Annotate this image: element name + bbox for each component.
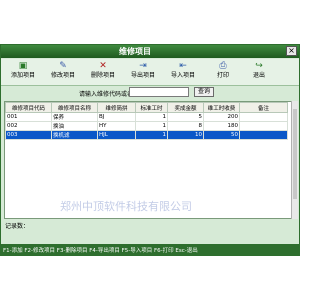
export-icon: ⇥ <box>139 61 147 71</box>
cell-note <box>239 121 288 131</box>
cell-name: 保养 <box>51 112 98 122</box>
cell-hours: 1 <box>135 130 168 140</box>
cell-pinyin: BJ <box>97 112 136 122</box>
edit-item-button[interactable]: ✎ 修改项目 <box>43 60 83 84</box>
exit-button[interactable]: ↪ 退出 <box>239 60 279 84</box>
table-row[interactable]: 001 保养 BJ 1 5 200 <box>5 112 288 122</box>
cell-code: 002 <box>5 121 52 131</box>
export-item-button[interactable]: ⇥ 导出项目 <box>123 60 163 84</box>
cell-note <box>239 130 288 140</box>
cell-code: 003 <box>5 130 52 140</box>
cell-bonus: 8 <box>167 121 204 131</box>
toolbar: ▣ 添加项目 ✎ 修改项目 ✕ 删除项目 ⇥ 导出项目 ⇤ 导入项目 ⎙ 打印 … <box>1 59 299 86</box>
vertical-scrollbar[interactable] <box>291 101 298 219</box>
cell-bonus: 5 <box>167 112 204 122</box>
table-header-row: 维修项目代码 维修项目名称 维修简拼 标准工时 奖成金额 维工时收费 备注 <box>5 102 288 113</box>
cell-code: 001 <box>5 112 52 122</box>
title-bar[interactable]: 维修项目 × <box>1 45 299 58</box>
table-row-selected[interactable]: 003 换机滤 HJL 1 10 50 <box>5 130 288 140</box>
search-input[interactable] <box>129 87 189 97</box>
scrollbar-thumb[interactable] <box>293 109 297 199</box>
cell-note <box>239 112 288 122</box>
shortcut-hints: F1-添加 F2-修改项目 F3-删除项目 F4-导出项目 F5-导入项目 F6… <box>3 248 198 254</box>
print-label: 打印 <box>216 72 229 79</box>
cell-fee: 200 <box>203 112 240 122</box>
column-header[interactable]: 维工时收费 <box>203 102 240 113</box>
cell-hours: 1 <box>135 121 168 131</box>
search-bar: 请输入维修代码或名称： 查询 <box>1 86 299 100</box>
column-header[interactable]: 备注 <box>239 102 288 113</box>
column-header[interactable]: 维修简拼 <box>97 102 136 113</box>
column-header[interactable]: 维修项目名称 <box>51 102 98 113</box>
cell-pinyin: HJL <box>97 130 136 140</box>
column-header[interactable]: 标准工时 <box>135 102 168 113</box>
add-item-label: 添加项目 <box>10 72 35 79</box>
cell-fee: 180 <box>203 121 240 131</box>
cell-pinyin: HY <box>97 121 136 131</box>
edit-icon: ✎ <box>59 61 67 71</box>
close-button[interactable]: × <box>286 46 297 56</box>
column-header[interactable]: 奖成金额 <box>167 102 204 113</box>
print-button[interactable]: ⎙ 打印 <box>203 60 243 84</box>
delete-icon: ✕ <box>99 61 107 71</box>
import-item-button[interactable]: ⇤ 导入项目 <box>163 60 203 84</box>
cell-hours: 1 <box>135 112 168 122</box>
edit-item-label: 修改项目 <box>50 72 75 79</box>
exit-label: 退出 <box>252 72 265 79</box>
cell-fee: 50 <box>203 130 240 140</box>
print-icon: ⎙ <box>219 61 227 71</box>
delete-item-label: 删除项目 <box>90 72 115 79</box>
add-item-button[interactable]: ▣ 添加项目 <box>3 60 43 84</box>
cell-name: 换油 <box>51 121 98 131</box>
status-bar: F1-添加 F2-修改项目 F3-删除项目 F4-导出项目 F5-导入项目 F6… <box>1 244 299 255</box>
maintenance-items-window: 维修项目 × ▣ 添加项目 ✎ 修改项目 ✕ 删除项目 ⇥ 导出项目 ⇤ 导入项… <box>0 44 300 256</box>
watermark: 郑州中顶软件科技有限公司 <box>60 200 192 213</box>
column-header[interactable]: 维修项目代码 <box>5 102 52 113</box>
add-icon: ▣ <box>18 61 28 71</box>
delete-item-button[interactable]: ✕ 删除项目 <box>83 60 123 84</box>
import-item-label: 导入项目 <box>170 72 195 79</box>
record-count-label: 记录数： <box>5 223 30 230</box>
export-item-label: 导出项目 <box>130 72 155 79</box>
cell-bonus: 10 <box>167 130 204 140</box>
cell-name: 换机滤 <box>51 130 98 140</box>
table-row[interactable]: 002 换油 HY 1 8 180 <box>5 121 288 131</box>
search-button[interactable]: 查询 <box>194 87 214 97</box>
import-icon: ⇤ <box>179 61 187 71</box>
window-title: 维修项目 <box>119 47 151 56</box>
exit-icon: ↪ <box>255 61 263 71</box>
